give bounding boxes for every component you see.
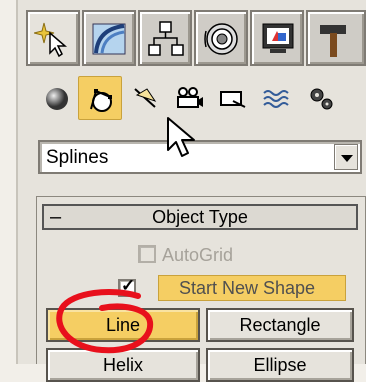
display-icon (262, 23, 294, 53)
object-category-toolbar (34, 76, 366, 122)
category-dropdown[interactable]: Splines (38, 140, 362, 174)
line-button[interactable]: Line (46, 308, 200, 342)
hierarchy-icon (148, 21, 184, 56)
cameras-button[interactable] (166, 76, 210, 120)
tab-create[interactable] (26, 10, 80, 66)
utilities-icon (320, 25, 346, 57)
tab-motion[interactable] (194, 10, 248, 66)
rectangle-button[interactable]: Rectangle (206, 308, 354, 342)
start-new-shape-button[interactable]: Start New Shape (158, 275, 346, 301)
autogrid-label: AutoGrid (162, 245, 234, 265)
ellipse-button[interactable]: Ellipse (206, 348, 354, 382)
tab-display[interactable] (250, 10, 304, 66)
category-dropdown-value: Splines (46, 147, 109, 168)
command-panel: Splines – Object Type AutoGrid Start New… (16, 0, 366, 382)
modify-icon (92, 23, 126, 55)
space-warps-icon (263, 90, 289, 108)
helix-button[interactable]: Helix (46, 348, 200, 382)
dropdown-arrow-icon[interactable] (334, 144, 358, 170)
systems-button[interactable] (298, 76, 342, 120)
tab-utilities[interactable] (306, 10, 366, 66)
helpers-button[interactable] (210, 76, 254, 120)
systems-icon (310, 88, 333, 110)
geometry-button[interactable] (34, 76, 78, 120)
rollout-title: Object Type (152, 207, 248, 227)
geometry-sphere-icon (46, 88, 68, 110)
lights-icon (134, 88, 157, 108)
helpers-icon (220, 91, 246, 108)
shapes-icon (90, 89, 112, 112)
cameras-icon (177, 87, 203, 108)
command-panel-tabs (26, 10, 366, 68)
lights-button[interactable] (122, 76, 166, 120)
shapes-button[interactable] (78, 76, 122, 120)
mouse-cursor-icon (167, 117, 195, 157)
autogrid-checkbox[interactable] (138, 245, 156, 263)
tab-modify[interactable] (82, 10, 136, 66)
create-icon (34, 22, 68, 58)
motion-icon (204, 23, 238, 55)
tab-hierarchy[interactable] (138, 10, 192, 66)
space-warps-button[interactable] (254, 76, 298, 120)
object-type-rollout-header[interactable]: – Object Type (42, 204, 358, 230)
start-new-shape-checkbox[interactable] (118, 276, 136, 297)
start-new-shape-label: Start New Shape (179, 278, 316, 298)
